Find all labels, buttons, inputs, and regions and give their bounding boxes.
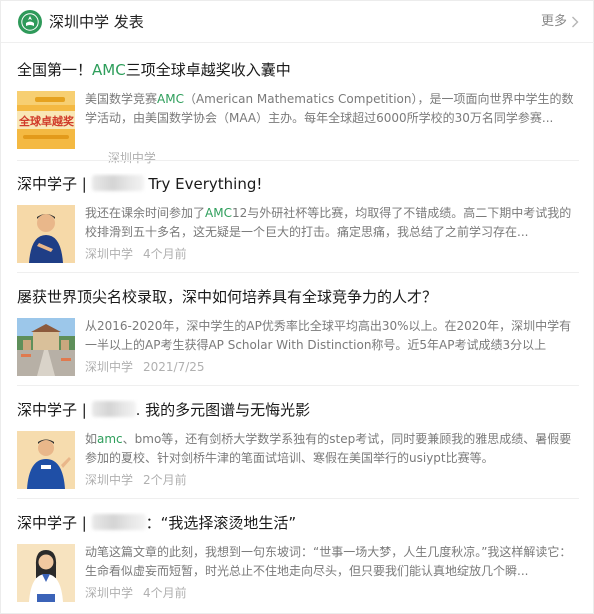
article-time: 4个月前 (143, 247, 187, 261)
article-item[interactable]: 深中学子 | Try Everything! 我还在课余时间参加了AMC12与外… (17, 173, 579, 269)
article-meta: 深圳中学 4个月前 (85, 245, 187, 263)
divider (17, 498, 579, 499)
divider (17, 385, 579, 386)
article-item[interactable]: 屡获世界顶尖名校录取，深中如何培养具有全球竞争力的人才？ 从2016-2020年… (17, 286, 579, 382)
more-label: 更多 (540, 14, 567, 29)
chevron-right-icon (572, 16, 579, 28)
article-thumbnail (17, 544, 75, 602)
account-header: 深圳中学 发表 更多 (1, 1, 594, 43)
article-thumbnail (17, 431, 75, 489)
redacted-name (91, 175, 144, 191)
article-time: 2021/7/25 (143, 360, 205, 374)
account-name[interactable]: 深圳中学 发表 (49, 12, 144, 32)
articles-card: 深圳中学 发表 更多 全国第一！AMC三项全球卓越奖收入囊中 全球卓越奖 美国数… (0, 0, 594, 614)
article-title: 全国第一！AMC三项全球卓越奖收入囊中 (17, 61, 291, 79)
article-time: 2个月前 (143, 473, 187, 487)
article-thumbnail (17, 205, 75, 263)
article-meta: 深圳中学 4个月前 (85, 584, 187, 602)
school-emblem-icon[interactable] (18, 10, 42, 34)
article-meta: 深圳中学 2个月前 (85, 471, 187, 489)
article-source: 深圳中学 (85, 247, 134, 261)
article-summary: 我还在课余时间参加了AMC12与外研社杯等比赛，均取得了不错成绩。高二下期中考试… (85, 206, 572, 239)
article-thumbnail: 全球卓越奖 (17, 91, 75, 149)
more-link[interactable]: 更多 (541, 13, 579, 31)
article-summary: 美国数学竞赛AMC（American Mathematics Competiti… (85, 92, 574, 125)
article-summary: 动笔这篇文章的此刻，我想到一句东坡词：“世事一场大梦，人生几度秋凉。”我这样解读… (85, 545, 572, 578)
article-title: 深中学子 | ：“我选择滚烫地生活” (17, 514, 297, 532)
article-title: 深中学子 | . 我的多元图谱与无悔光影 (17, 401, 311, 419)
thumb-award-text: 全球卓越奖 (18, 114, 75, 128)
article-summary: 如amc、bmo等，还有剑桥大学数学系独有的step考试，同时要兼顾我的雅思成绩… (85, 432, 572, 465)
divider (17, 272, 579, 273)
article-source: 深圳中学 (85, 473, 134, 487)
article-item[interactable]: 深中学子 | ：“我选择滚烫地生活” 动笔这篇文章的此刻，我想到一句东坡词：“世… (17, 512, 579, 608)
article-meta: 深圳中学 2021/7/25 (85, 358, 205, 376)
article-summary: 从2016-2020年，深中学生的AP优秀率比全球平均高出30%以上。在2020… (85, 319, 572, 352)
redacted-name (91, 514, 146, 530)
article-title: 屡获世界顶尖名校录取，深中如何培养具有全球竞争力的人才？ (17, 288, 438, 306)
article-source: 深圳中学 (85, 360, 134, 374)
article-title: 深中学子 | Try Everything! (17, 175, 263, 193)
article-thumbnail (17, 318, 75, 376)
article-item[interactable]: 全国第一！AMC三项全球卓越奖收入囊中 全球卓越奖 美国数学竞赛AMC（Amer… (17, 59, 579, 165)
article-item[interactable]: 深中学子 | . 我的多元图谱与无悔光影 如amc、bmo等，还有剑桥大学数学系… (17, 399, 579, 495)
redacted-name (91, 401, 136, 417)
article-time: 4个月前 (143, 586, 187, 600)
article-source: 深圳中学 (107, 151, 156, 165)
divider (17, 160, 579, 161)
article-source: 深圳中学 (85, 586, 134, 600)
